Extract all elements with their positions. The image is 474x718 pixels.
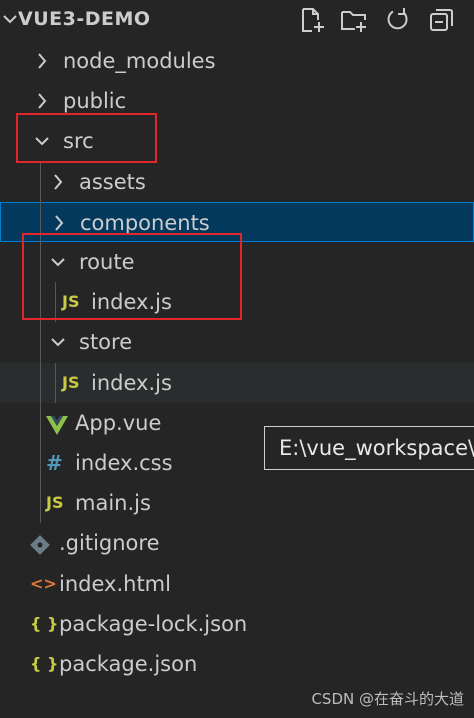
new-folder-button[interactable] [340, 6, 368, 34]
folder-label: components [80, 210, 210, 235]
refresh-button[interactable] [384, 6, 412, 34]
collapse-all-icon [430, 9, 453, 31]
folder-label: assets [79, 169, 146, 194]
folder-item-assets[interactable]: assets [0, 162, 474, 202]
folder-label: public [63, 89, 127, 114]
chevron-down-icon[interactable] [50, 252, 66, 272]
new-folder-icon [341, 11, 366, 32]
file-label: package-lock.json [59, 611, 248, 636]
file-item-package-json[interactable]: { } package.json [0, 644, 474, 684]
git-file-icon [30, 535, 50, 556]
indent-guide-route [55, 282, 56, 323]
collapse-all-button[interactable] [428, 6, 456, 34]
file-label: index.js [91, 370, 172, 395]
folder-item-store[interactable]: store [0, 322, 474, 362]
file-item-package-lock-json[interactable]: { } package-lock.json [0, 604, 474, 644]
chevron-down-icon[interactable] [50, 332, 66, 352]
chevron-down-icon[interactable] [34, 131, 50, 151]
file-label: App.vue [75, 410, 162, 435]
folder-item-public[interactable]: public [0, 81, 474, 121]
file-item-index-js[interactable]: JS index.js [0, 282, 474, 322]
css-file-icon: # [46, 451, 63, 475]
path-tooltip: E:\vue_workspace\vue3-demo\src\component… [264, 426, 474, 470]
folder-item-route[interactable]: route [0, 242, 474, 282]
file-item-index-js[interactable]: JS index.js [0, 362, 474, 403]
refresh-icon [387, 8, 408, 30]
file-item-gitignore[interactable]: .gitignore [0, 523, 474, 563]
explorer-title[interactable]: VUE3-DEMO [18, 8, 151, 30]
file-label: .gitignore [59, 531, 160, 556]
file-label: index.html [59, 571, 171, 596]
vue-file-icon [46, 415, 68, 435]
file-label: package.json [59, 652, 198, 676]
folder-item-components[interactable]: components [0, 201, 474, 242]
folder-label: src [63, 129, 94, 154]
file-label: index.js [91, 290, 172, 315]
file-label: main.js [75, 491, 151, 516]
file-item-index-html[interactable]: <> index.html [0, 564, 474, 604]
indent-guide-store [55, 362, 56, 403]
folder-item-node-modules[interactable]: node_modules [0, 41, 474, 81]
new-file-button[interactable] [298, 6, 326, 34]
js-file-icon: JS [46, 493, 64, 513]
tooltip-text: E:\vue_workspace\vue3-demo\src\component… [279, 436, 474, 460]
folder-item-src[interactable]: src [0, 121, 474, 161]
folder-label: node_modules [63, 49, 216, 73]
chevron-right-icon[interactable] [34, 91, 50, 111]
file-label: index.css [75, 451, 173, 475]
new-file-icon [302, 8, 324, 32]
folder-label: store [79, 330, 133, 355]
explorer-header: VUE3-DEMO [0, 0, 474, 40]
indent-guide-src [40, 161, 41, 524]
folder-label: route [79, 250, 135, 274]
json-file-icon: { } [30, 613, 59, 633]
chevron-down-icon[interactable] [2, 9, 18, 29]
chevron-right-icon[interactable] [34, 51, 50, 71]
json-file-icon: { } [30, 654, 59, 673]
watermark: CSDN @在奋斗的大道 [311, 690, 464, 708]
html-file-icon: <> [30, 573, 57, 593]
js-file-icon: JS [62, 292, 80, 312]
chevron-right-icon[interactable] [50, 172, 66, 192]
js-file-icon: JS [62, 372, 80, 392]
file-item-main-js[interactable]: JS main.js [0, 483, 474, 523]
chevron-right-icon[interactable] [51, 213, 67, 233]
